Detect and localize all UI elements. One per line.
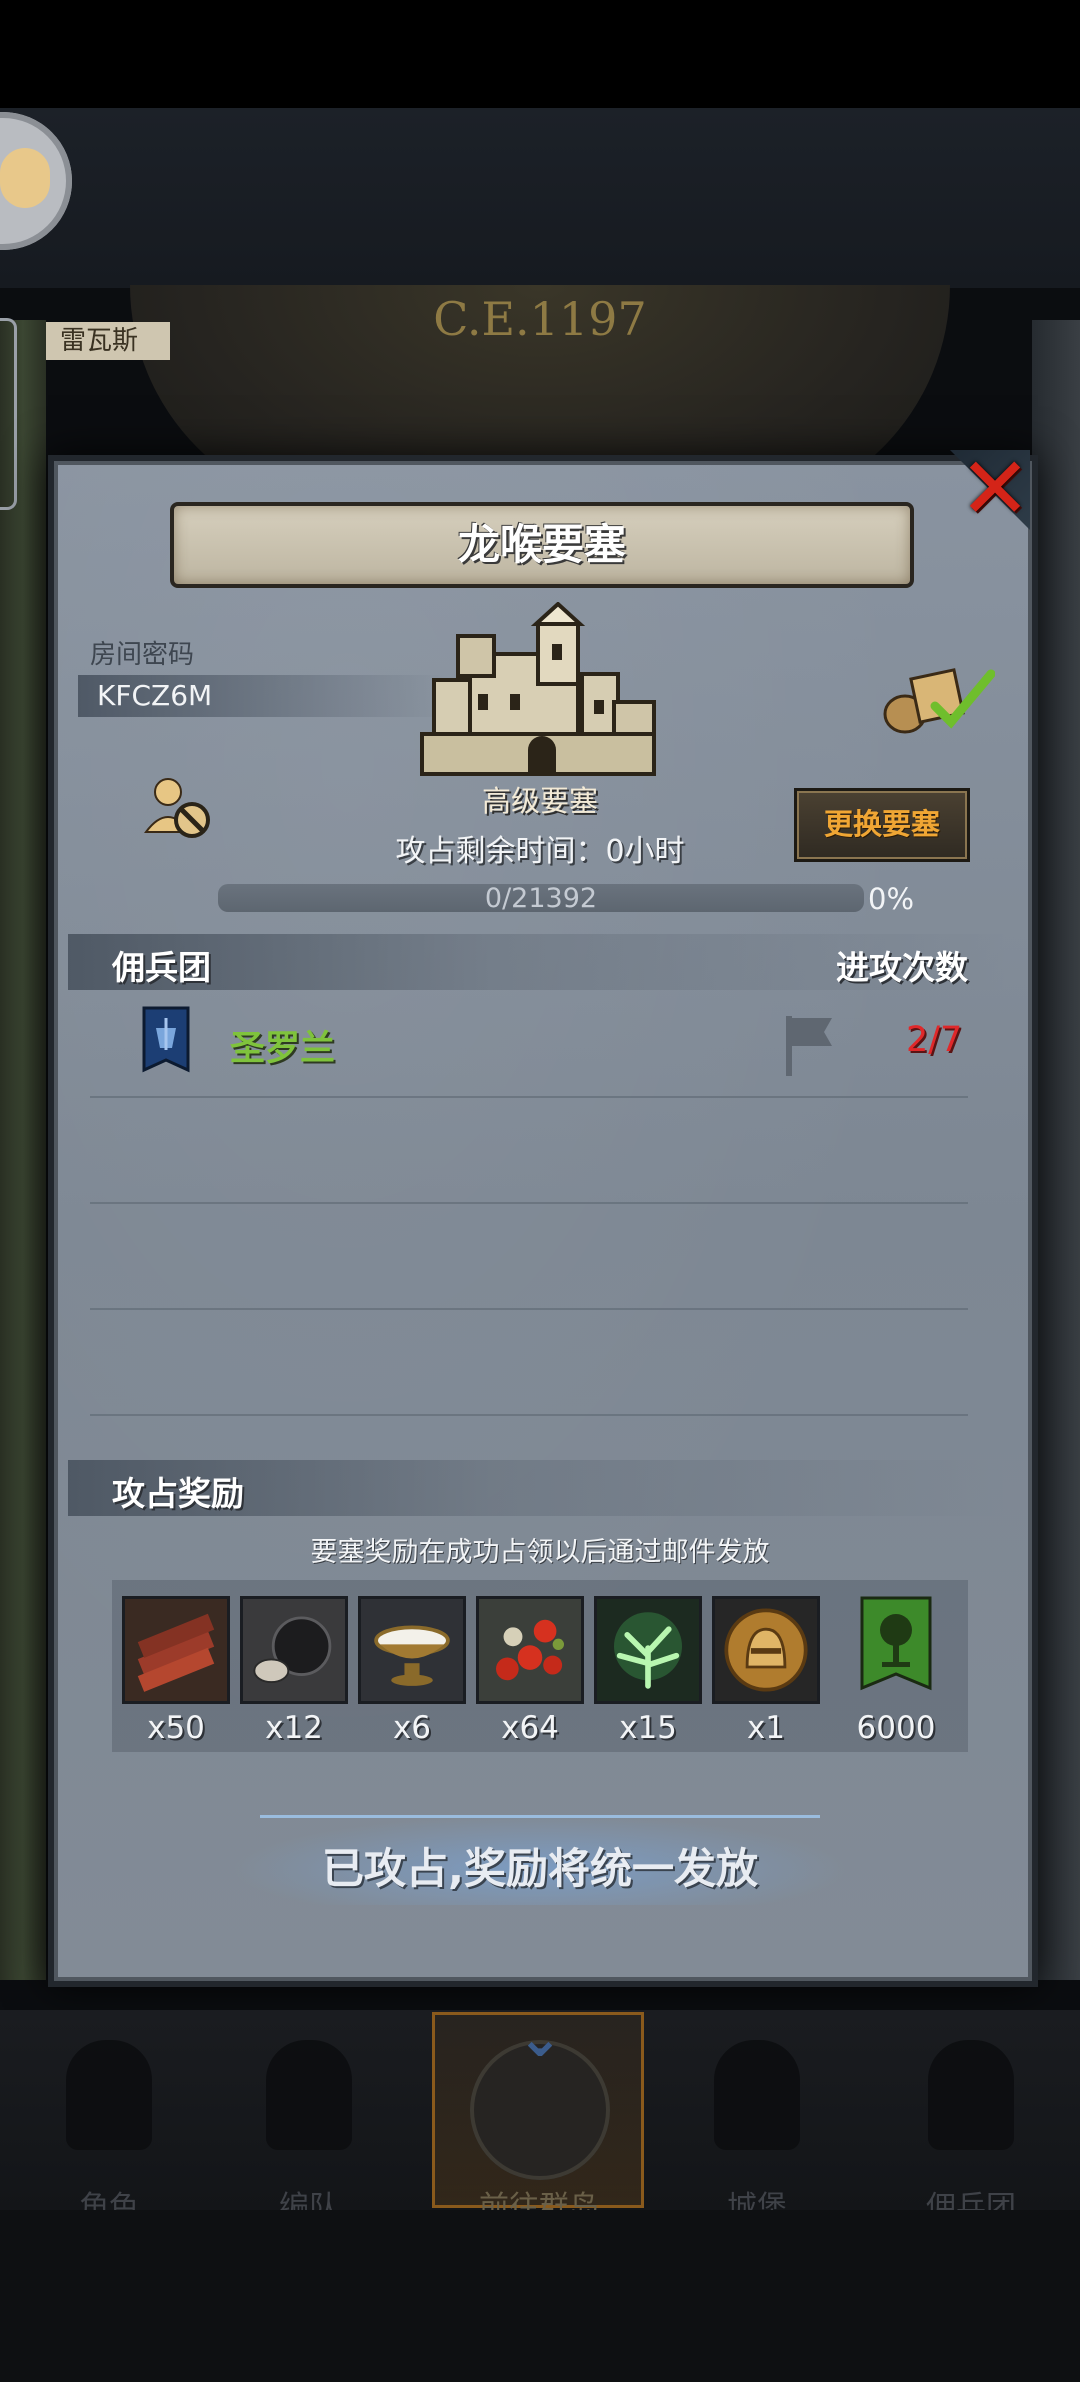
reward-item-glowing-tree[interactable]	[594, 1596, 702, 1704]
dialog-title: 龙喉要塞	[457, 520, 626, 569]
nav-item-formation[interactable]: 编队	[224, 2030, 394, 2225]
glowing-tree-icon	[597, 1599, 699, 1701]
reward-qty: x6	[392, 1710, 432, 1746]
mercenary-icon	[928, 2040, 1014, 2150]
green-banner-icon[interactable]	[858, 1596, 934, 1702]
row-divider	[90, 1202, 968, 1204]
remaining-time: 攻占剩余时间：0小时	[395, 834, 685, 869]
reward-item-truffle[interactable]	[240, 1596, 348, 1704]
reward-qty: x50	[147, 1710, 205, 1746]
system-nav-area	[0, 2210, 1080, 2382]
reward-note: 要塞奖励在成功占领以后通过邮件发放	[310, 1537, 770, 1568]
row-divider	[90, 1308, 968, 1310]
reward-qty: x12	[265, 1710, 323, 1746]
flag-icon	[786, 1016, 832, 1076]
attack-count: 2/7	[906, 1020, 963, 1060]
berries-icon	[479, 1599, 581, 1701]
truffle-icon	[243, 1599, 345, 1701]
change-fortress-label[interactable]: 更换要塞	[794, 788, 970, 860]
supply-check-icon[interactable]	[875, 664, 995, 734]
reward-section-title: 攻占奖励	[112, 1474, 244, 1513]
fortress-icon	[420, 602, 656, 776]
mercenary-section-title: 佣兵团	[112, 948, 211, 987]
avatar	[0, 148, 50, 208]
status-divider	[260, 1815, 820, 1818]
capture-progress-text: 0/21392	[484, 883, 598, 914]
close-button[interactable]: ✕	[958, 446, 1032, 532]
reward-qty: 6000	[856, 1710, 936, 1746]
nav-item-character[interactable]: 角色	[24, 2030, 194, 2225]
fortress-grade: 高级要塞	[481, 784, 598, 818]
reward-qty: x15	[619, 1710, 677, 1746]
mercenary-emblem-icon	[142, 1006, 190, 1073]
row-divider	[90, 1096, 968, 1098]
team-formation-icon	[266, 2040, 352, 2150]
nav-item-mercenary[interactable]: 佣兵团	[886, 2030, 1056, 2225]
attack-count-header: 进攻次数	[836, 948, 968, 987]
capture-progress-percent: 0%	[868, 882, 915, 916]
nav-item-castle[interactable]: 城堡	[672, 2030, 842, 2225]
castle-icon	[714, 2040, 800, 2150]
knight-medal-icon	[715, 1599, 817, 1701]
reward-item-berries[interactable]	[476, 1596, 584, 1704]
capture-status: 已攻占,奖励将统一发放	[322, 1844, 758, 1893]
era-label: C.E.1197	[433, 292, 647, 346]
row-divider	[90, 1414, 968, 1416]
reward-item-milk[interactable]	[358, 1596, 466, 1704]
milk-bowl-icon	[361, 1599, 463, 1701]
wood-planks-icon	[125, 1599, 227, 1701]
room-code-value[interactable]: KFCZ6M	[97, 675, 212, 717]
chevron-down-icon: ⌄	[517, 2006, 563, 2069]
close-icon: ✕	[958, 439, 1032, 539]
map-location-tag: 雷瓦斯	[38, 322, 170, 360]
status-bar	[0, 0, 1080, 108]
reward-qty: x1	[746, 1710, 786, 1746]
game-header	[0, 108, 1080, 288]
reward-qty: x64	[501, 1710, 559, 1746]
reward-item-knight-medal[interactable]	[712, 1596, 820, 1704]
room-code-label: 房间密码	[90, 640, 195, 670]
block-user-icon[interactable]	[142, 776, 216, 842]
mercenary-name[interactable]: 圣罗兰	[230, 1020, 335, 1071]
reward-item-wood[interactable]	[122, 1596, 230, 1704]
map-edge-left	[0, 320, 46, 1980]
side-panel-handle[interactable]	[0, 318, 17, 510]
map-edge-right	[1032, 320, 1080, 1980]
knight-helmet-icon	[66, 2040, 152, 2150]
